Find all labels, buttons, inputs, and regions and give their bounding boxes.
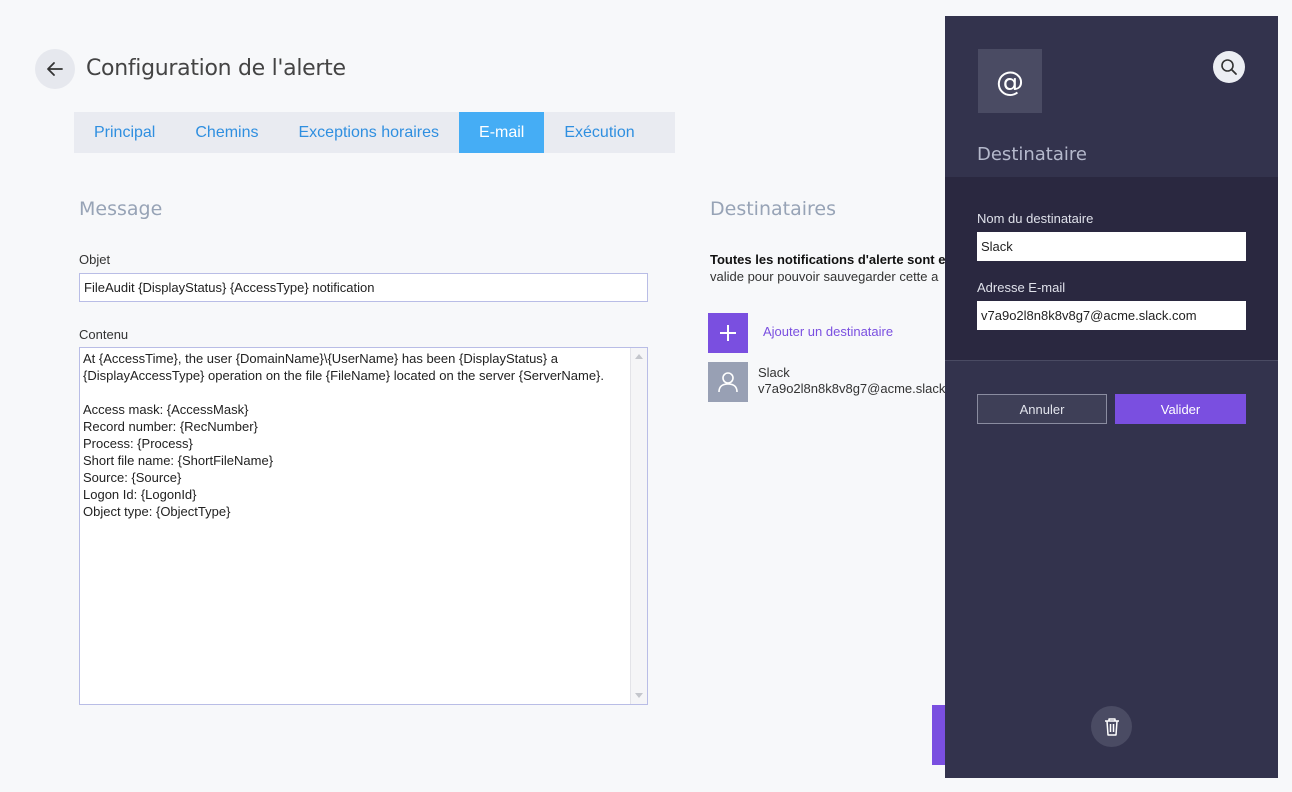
- content-scrollbar[interactable]: [630, 348, 647, 704]
- recipient-name-input[interactable]: [977, 232, 1246, 261]
- message-section-title: Message: [79, 198, 163, 220]
- top-strip: [0, 0, 1292, 6]
- recipient-panel: @ Destinataire Nom du destinataire Adres…: [945, 16, 1278, 778]
- panel-title: Destinataire: [977, 144, 1087, 165]
- recipients-section-title: Destinataires: [710, 198, 836, 220]
- plus-icon: [720, 325, 736, 341]
- page-title: Configuration de l'alerte: [86, 56, 346, 81]
- scroll-down-icon[interactable]: [635, 693, 643, 698]
- trash-icon: [1104, 717, 1119, 736]
- tab-bar: Principal Chemins Exceptions horaires E-…: [74, 112, 675, 153]
- scroll-up-icon[interactable]: [635, 354, 643, 359]
- validate-button[interactable]: Valider: [1115, 394, 1246, 424]
- recipient-name-label: Nom du destinataire: [977, 211, 1094, 226]
- add-recipient-link[interactable]: Ajouter un destinataire: [763, 324, 893, 339]
- email-address-label: Adresse E-mail: [977, 280, 1066, 295]
- recipient-email[interactable]: v7a9o2l8n8k8v8g7@acme.slack.com: [758, 381, 946, 396]
- cancel-button[interactable]: Annuler: [977, 394, 1107, 424]
- recipients-notice: valide pour pouvoir sauvegarder cette a: [710, 269, 939, 284]
- subject-input[interactable]: [79, 273, 648, 302]
- recipient-name[interactable]: Slack: [758, 365, 790, 380]
- email-address-input[interactable]: [977, 301, 1246, 330]
- tab-chemins[interactable]: Chemins: [175, 112, 278, 153]
- at-sign-icon: @: [978, 49, 1042, 113]
- arrow-left-icon: [47, 62, 63, 76]
- subject-label: Objet: [79, 252, 111, 267]
- save-button-edge[interactable]: [932, 705, 946, 765]
- tab-execution[interactable]: Exécution: [544, 112, 654, 153]
- content-text[interactable]: At {AccessTime}, the user {DomainName}\{…: [83, 350, 631, 702]
- recipient-avatar[interactable]: [708, 362, 748, 402]
- search-button[interactable]: [1213, 51, 1245, 83]
- add-recipient-button[interactable]: [708, 313, 748, 353]
- recipient-form: Nom du destinataire Adresse E-mail: [945, 177, 1278, 361]
- user-icon: [718, 372, 738, 393]
- search-icon: [1221, 59, 1237, 75]
- delete-button[interactable]: [1091, 706, 1132, 747]
- recipients-notice-bold: Toutes les notifications d'alerte sont e: [710, 252, 946, 267]
- content-label: Contenu: [79, 327, 129, 342]
- tab-email[interactable]: E-mail: [459, 112, 545, 153]
- content-textarea[interactable]: At {AccessTime}, the user {DomainName}\{…: [79, 347, 648, 705]
- back-button[interactable]: [35, 49, 75, 89]
- tab-principal[interactable]: Principal: [74, 112, 175, 153]
- tab-exceptions-horaires[interactable]: Exceptions horaires: [279, 112, 460, 153]
